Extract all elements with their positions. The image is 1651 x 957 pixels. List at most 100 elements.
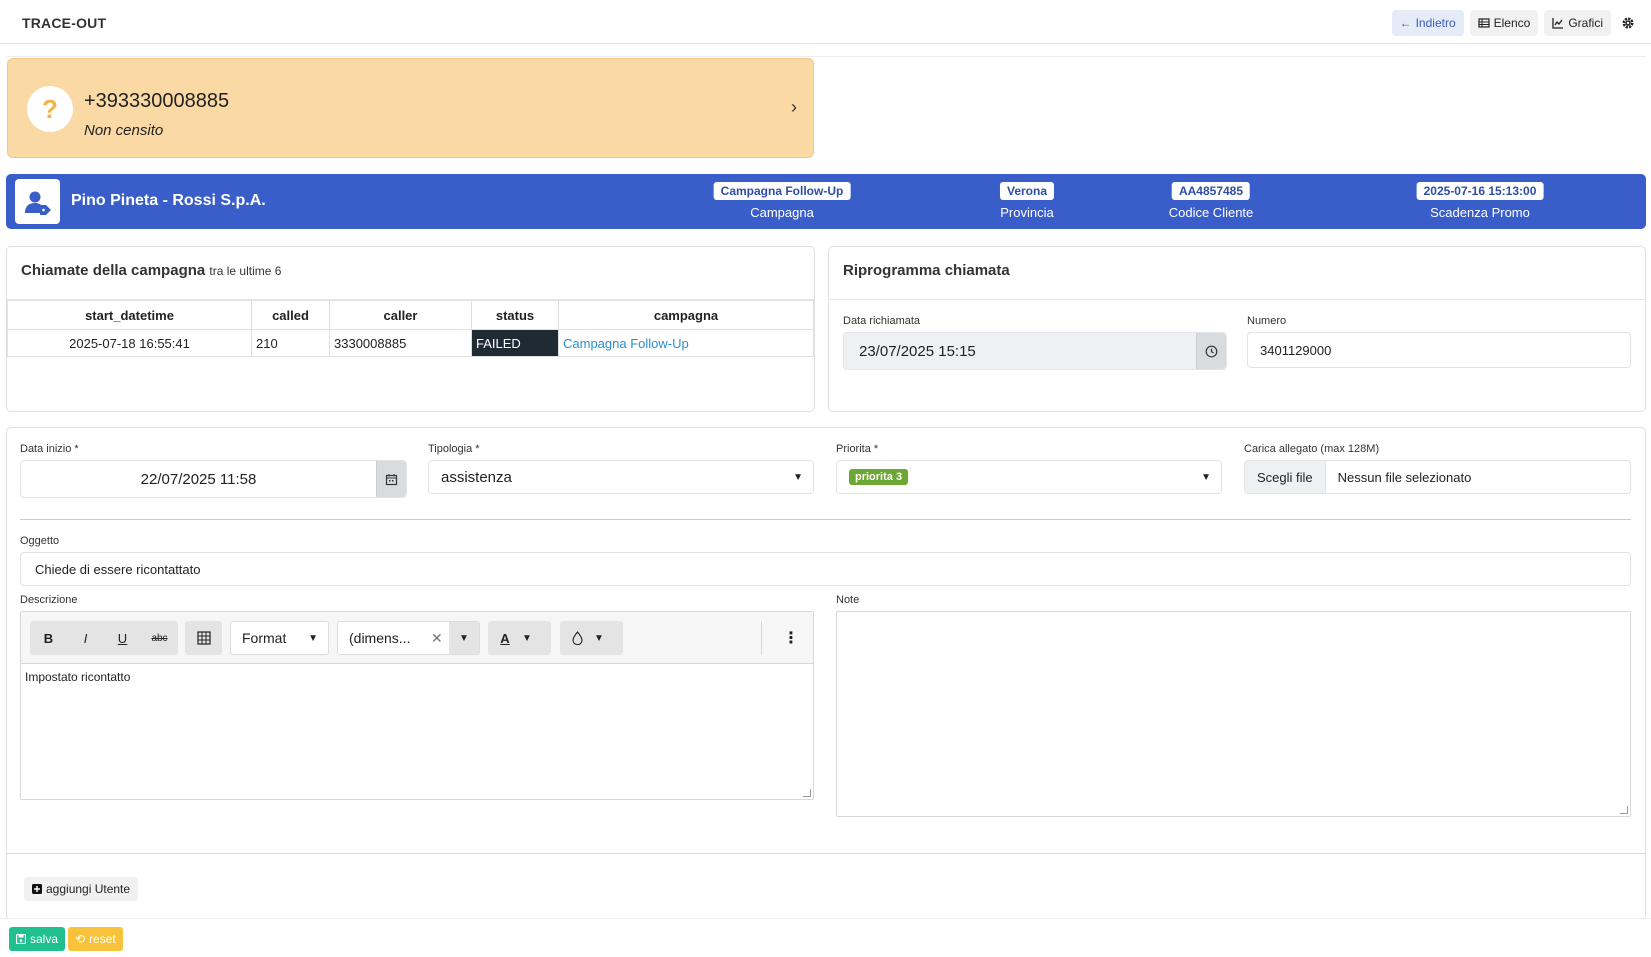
attachment-input[interactable]: Scegli file Nessun file selezionato	[1244, 460, 1631, 494]
priority-label: Priorita *	[836, 443, 879, 455]
reset-label: reset	[89, 932, 116, 946]
table-button[interactable]	[185, 621, 222, 655]
reschedule-number-label: Numero	[1247, 315, 1287, 327]
top-bar: TRACE-OUT ← Indietro Elenco Grafici	[0, 0, 1651, 44]
campaign-link[interactable]: Campagna Follow-Up	[563, 336, 689, 351]
description-label: Descrizione	[20, 594, 78, 606]
subject-value: Chiede di essere ricontattato	[35, 561, 201, 577]
col-status[interactable]: status	[471, 300, 559, 330]
col-campagna[interactable]: campagna	[558, 300, 814, 330]
resize-handle[interactable]	[803, 789, 811, 797]
user-tag-icon	[15, 179, 60, 224]
field-campagna-value: Campagna Follow-Up	[713, 182, 851, 200]
calendar-icon	[385, 473, 398, 485]
calls-table: start_datetime called caller status camp…	[7, 300, 814, 357]
calls-panel: Chiamate della campagna tra le ultime 6 …	[6, 246, 815, 412]
text-style-group: B I U abc	[30, 621, 178, 655]
table-row: 2025-07-18 16:55:41 210 3330008885 FAILE…	[7, 329, 814, 357]
start-date-label: Data inizio *	[20, 443, 79, 455]
back-button[interactable]: ← Indietro	[1391, 10, 1464, 36]
list-button-label: Elenco	[1493, 16, 1531, 30]
italic-button[interactable]: I	[67, 621, 104, 655]
cell-campagna: Campagna Follow-Up	[558, 329, 814, 357]
start-date-input[interactable]: 22/07/2025 11:58	[20, 460, 407, 498]
font-size-dropdown[interactable]: (dimens... ✕ ▼	[337, 621, 480, 655]
field-provincia: Verona Provincia	[999, 182, 1055, 220]
app-title: TRACE-OUT	[22, 15, 107, 31]
charts-button[interactable]: Grafici	[1544, 10, 1611, 36]
caret-down-icon[interactable]: ▼	[449, 622, 479, 654]
attachment-label: Carica allegato (max 128M)	[1244, 443, 1380, 455]
field-codice-cliente: AA4857485 Codice Cliente	[1168, 182, 1254, 220]
reschedule-date-input[interactable]: 23/07/2025 15:15	[843, 332, 1227, 370]
font-color-button[interactable]: A ▼	[488, 621, 551, 655]
description-content[interactable]: Impostato ricontatto	[25, 670, 130, 684]
field-scadenza-promo-value: 2025-07-16 15:13:00	[1416, 182, 1544, 200]
calendar-button[interactable]	[376, 461, 406, 497]
caller-card[interactable]: ? +393330008885 Non censito ›	[7, 58, 814, 158]
editor-toolbar: B I U abc Format ▼ (dimens... ✕ ▼ A ▼ ▼	[21, 612, 813, 664]
customer-bar: Pino Pineta - Rossi S.p.A. Campagna Foll…	[6, 174, 1646, 229]
format-dropdown[interactable]: Format ▼	[230, 621, 329, 655]
format-dropdown-label: Format	[242, 630, 287, 646]
field-provincia-label: Provincia	[1000, 205, 1054, 220]
font-size-value: (dimens...	[349, 630, 411, 646]
description-editor: B I U abc Format ▼ (dimens... ✕ ▼ A ▼ ▼	[20, 611, 814, 800]
reset-button[interactable]: ⟲ reset	[68, 927, 123, 951]
caret-down-icon: ▼	[793, 471, 803, 483]
col-called[interactable]: called	[251, 300, 330, 330]
table-header-row: start_datetime called caller status camp…	[7, 300, 814, 330]
back-button-label: Indietro	[1415, 16, 1456, 30]
subject-label: Oggetto	[20, 535, 60, 547]
list-button[interactable]: Elenco	[1469, 10, 1539, 36]
background-color-button[interactable]: ▼	[560, 621, 623, 655]
header-divider	[6, 56, 1646, 57]
save-icon	[16, 934, 26, 944]
reschedule-date-value: 23/07/2025 15:15	[859, 342, 976, 360]
clear-icon[interactable]: ✕	[431, 630, 443, 647]
choose-file-button[interactable]: Scegli file	[1245, 461, 1326, 493]
caret-down-icon: ▼	[522, 632, 532, 644]
subject-input[interactable]: Chiede di essere ricontattato	[20, 552, 1631, 586]
col-caller[interactable]: caller	[329, 300, 472, 330]
field-campagna-label: Campagna	[750, 205, 814, 220]
bold-button[interactable]: B	[30, 621, 67, 655]
charts-button-label: Grafici	[1568, 16, 1603, 30]
undo-icon: ⟲	[75, 932, 86, 946]
add-user-button[interactable]: aggiungi Utente	[24, 877, 139, 901]
table-icon	[196, 631, 211, 645]
col-start-datetime[interactable]: start_datetime	[7, 300, 252, 330]
reschedule-panel: Riprogramma chiamata Data richiamata 23/…	[828, 246, 1646, 412]
droplet-icon	[560, 631, 594, 645]
clock-button[interactable]	[1196, 333, 1226, 369]
field-campagna: Campagna Follow-Up Campagna	[713, 182, 851, 220]
resize-handle[interactable]	[1620, 806, 1628, 814]
field-scadenza-promo: 2025-07-16 15:13:00 Scadenza Promo	[1416, 182, 1544, 220]
chevron-right-icon[interactable]: ›	[791, 97, 797, 118]
more-vertical-icon[interactable]: ⋮	[776, 621, 806, 655]
reschedule-number-value: 3401129000	[1260, 342, 1332, 358]
calls-panel-title-text: Chiamate della campagna	[21, 262, 206, 279]
save-button[interactable]: salva	[9, 927, 66, 951]
calls-panel-subtitle: tra le ultime 6	[209, 264, 282, 278]
form-bottom-separator	[6, 853, 1646, 854]
notes-textarea[interactable]	[836, 611, 1631, 817]
priority-select[interactable]: priorita 3 ▼	[836, 460, 1222, 494]
reschedule-number-input[interactable]: 3401129000	[1247, 332, 1631, 368]
table-icon	[1478, 18, 1490, 28]
strikethrough-button[interactable]: abc	[141, 621, 178, 655]
settings-button[interactable]	[1617, 10, 1639, 36]
footer-divider	[0, 918, 1651, 919]
field-scadenza-promo-label: Scadenza Promo	[1430, 205, 1530, 220]
form-separator	[20, 519, 1631, 520]
cell-called: 210	[251, 329, 330, 357]
cell-status: FAILED	[471, 329, 559, 357]
notes-label: Note	[836, 594, 860, 606]
save-label: salva	[30, 932, 59, 946]
underline-button[interactable]: U	[104, 621, 141, 655]
type-select[interactable]: assistenza ▼	[428, 460, 814, 494]
start-date-value: 22/07/2025 11:58	[140, 470, 257, 488]
gear-icon	[1622, 17, 1634, 29]
clock-icon	[1205, 345, 1218, 357]
field-codice-cliente-label: Codice Cliente	[1168, 205, 1254, 220]
